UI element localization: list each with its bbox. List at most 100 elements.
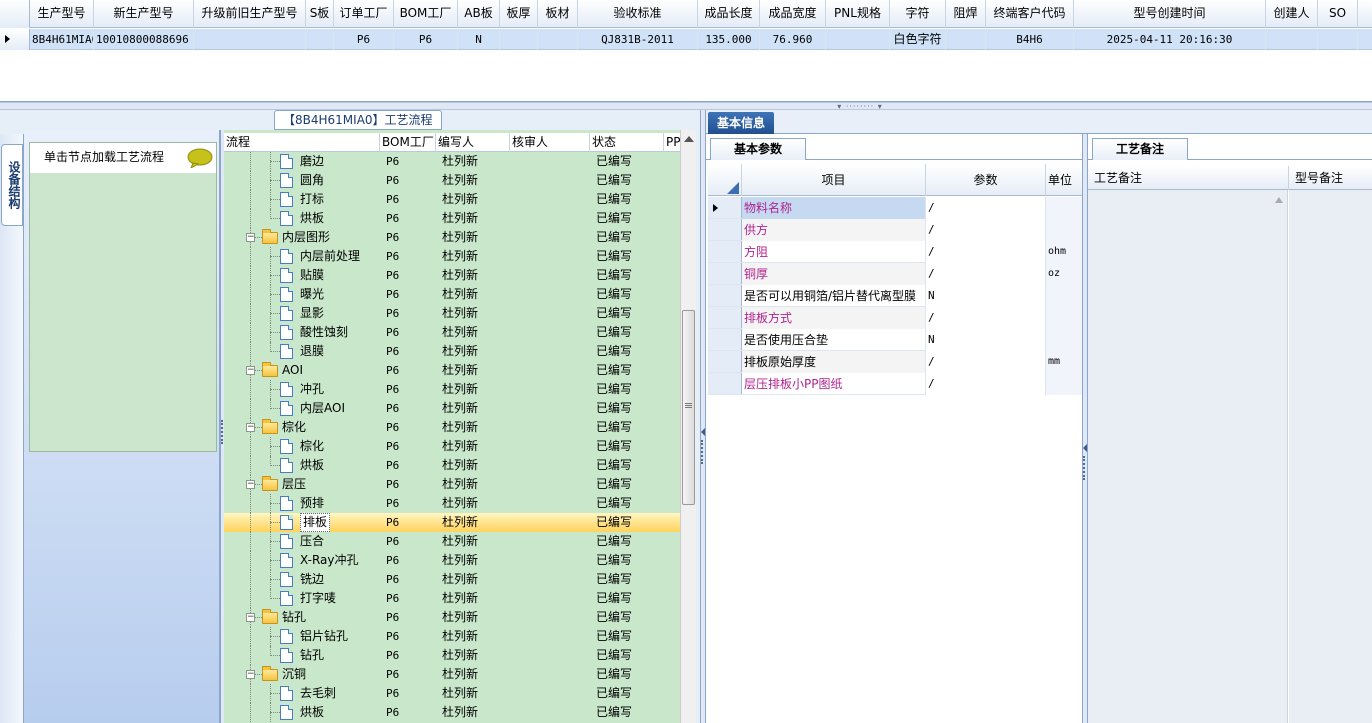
- tree-cell-status[interactable]: 已编写: [590, 247, 664, 266]
- tree-row[interactable]: 去毛刺 P6 杜列新 已编写: [224, 684, 680, 703]
- tree-cell-reviewer[interactable]: [510, 494, 590, 513]
- grid-cell[interactable]: 135.000: [698, 29, 760, 50]
- tree-cell-reviewer[interactable]: [510, 304, 590, 323]
- col-header[interactable]: 生产型号: [30, 0, 94, 28]
- grid-cell[interactable]: QJ831B-2011: [578, 29, 698, 50]
- tree-cell-status[interactable]: 已编写: [590, 266, 664, 285]
- basic-params-grid[interactable]: 项目 参数 单位 物料名称 / 供方 / 方阻 / ohm 铜厚 / oz 是否可以用铜箔/铝片替代…: [708, 164, 1108, 395]
- tree-node[interactable]: 内层AOI: [224, 399, 380, 418]
- tree-cell-writer[interactable]: 杜列新: [436, 513, 510, 532]
- param-row[interactable]: 是否可以用铜箔/铝片替代离型膜 N: [708, 285, 1082, 307]
- tree-row[interactable]: 磨边 P6 杜列新 已编写: [224, 152, 680, 171]
- tree-node[interactable]: 磨边: [224, 152, 380, 171]
- tree-cell-reviewer[interactable]: [510, 323, 590, 342]
- row-indicator[interactable]: [708, 263, 742, 284]
- row-indicator[interactable]: [0, 29, 30, 50]
- tree-cell-status[interactable]: 已编写: [590, 475, 664, 494]
- tree-cell-reviewer[interactable]: [510, 475, 590, 494]
- tree-cell-writer[interactable]: 杜列新: [436, 190, 510, 209]
- tree-cell-bom[interactable]: P6: [380, 380, 436, 399]
- tree-row[interactable]: 钻孔 P6 杜列新 已编写: [224, 646, 680, 665]
- tree-cell-bom[interactable]: P6: [380, 437, 436, 456]
- tree-row[interactable]: 内层前处理 P6 杜列新 已编写: [224, 247, 680, 266]
- tree-col-header[interactable]: PP: [664, 133, 680, 152]
- tree-scrollbar[interactable]: [680, 130, 696, 723]
- tree-cell-reviewer[interactable]: [510, 247, 590, 266]
- tree-cell-bom[interactable]: P6: [380, 342, 436, 361]
- param-row[interactable]: 是否使用压合垫 N: [708, 329, 1082, 351]
- param-value[interactable]: /: [926, 219, 1046, 241]
- col-item[interactable]: 项目: [742, 164, 926, 196]
- tree-folder-row[interactable]: − 内层图形 P6 杜列新 已编写: [224, 228, 680, 247]
- row-indicator[interactable]: [708, 241, 742, 262]
- tree-cell-status[interactable]: 已编写: [590, 399, 664, 418]
- tree-cell-writer[interactable]: 杜列新: [436, 418, 510, 437]
- tree-cell-bom[interactable]: P6: [380, 627, 436, 646]
- tree-cell-bom[interactable]: P6: [380, 171, 436, 190]
- tree-cell-bom[interactable]: P6: [380, 608, 436, 627]
- tree-cell-status[interactable]: 已编写: [590, 152, 664, 171]
- collapse-toggle-icon[interactable]: −: [246, 613, 255, 622]
- tree-cell-writer[interactable]: 杜列新: [436, 589, 510, 608]
- grid-cell[interactable]: [306, 29, 334, 50]
- grid-cell[interactable]: [538, 29, 578, 50]
- tree-cell-bom[interactable]: P6: [380, 494, 436, 513]
- tree-row[interactable]: 铣边 P6 杜列新 已编写: [224, 570, 680, 589]
- tab-basic-params[interactable]: 基本参数: [710, 138, 806, 160]
- tree-node[interactable]: 压合: [224, 532, 380, 551]
- collapse-toggle-icon[interactable]: −: [246, 366, 255, 375]
- tree-cell-writer[interactable]: 杜列新: [436, 285, 510, 304]
- tree-cell-bom[interactable]: P6: [380, 589, 436, 608]
- tree-cell-status[interactable]: 已编写: [590, 228, 664, 247]
- grid-cell[interactable]: P6: [334, 29, 394, 50]
- scroll-thumb[interactable]: [682, 310, 695, 505]
- tree-cell-reviewer[interactable]: [510, 171, 590, 190]
- splitter-grip-icon[interactable]: ▾ ········ ▾: [820, 103, 900, 111]
- param-value[interactable]: /: [926, 307, 1046, 329]
- tab-basic-info[interactable]: 基本信息: [708, 112, 774, 134]
- col-header[interactable]: 阻焊: [946, 0, 986, 28]
- row-indicator[interactable]: [708, 307, 742, 328]
- param-value[interactable]: /: [926, 197, 1046, 219]
- row-indicator[interactable]: [708, 197, 742, 218]
- tree-cell-reviewer[interactable]: [510, 380, 590, 399]
- tree-row[interactable]: X-Ray冲孔 P6 杜列新 已编写: [224, 551, 680, 570]
- tree-cell-status[interactable]: 已编写: [590, 513, 664, 532]
- col-header[interactable]: BOM工厂: [394, 0, 458, 28]
- tree-folder-row[interactable]: − 层压 P6 杜列新 已编写: [224, 475, 680, 494]
- grid-cell[interactable]: 10010800088696: [94, 29, 194, 50]
- basic-params-rows[interactable]: 物料名称 / 供方 / 方阻 / ohm 铜厚 / oz 是否可以用铜箔/铝片替代离型膜 N 排板方式 /…: [708, 197, 1082, 395]
- tree-row[interactable]: 退膜 P6 杜列新 已编写: [224, 342, 680, 361]
- tree-cell-reviewer[interactable]: [510, 285, 590, 304]
- tree-cell-writer[interactable]: 杜列新: [436, 684, 510, 703]
- tab-process-notes[interactable]: 工艺备注: [1092, 138, 1188, 160]
- process-tree-grid[interactable]: 流程 BOM工厂 编写人 核审人 状态 PP 磨边 P6 杜列新 已编写 圆角 P6 杜列新 已编写 打标…: [224, 130, 680, 723]
- tree-cell-reviewer[interactable]: [510, 551, 590, 570]
- tree-node[interactable]: 烘板: [224, 703, 380, 722]
- param-value[interactable]: /: [926, 373, 1046, 395]
- tree-cell-bom[interactable]: P6: [380, 475, 436, 494]
- tree-cell-reviewer[interactable]: [510, 399, 590, 418]
- collapse-left-arrow-icon[interactable]: [1083, 444, 1087, 452]
- tree-cell-writer[interactable]: 杜列新: [436, 456, 510, 475]
- tree-row[interactable]: 棕化 P6 杜列新 已编写: [224, 437, 680, 456]
- col-header[interactable]: 板厚: [500, 0, 538, 28]
- tree-cell-reviewer[interactable]: [510, 608, 590, 627]
- col-header[interactable]: 字符: [890, 0, 946, 28]
- col-header[interactable]: 升级前旧生产型号: [194, 0, 306, 28]
- tree-node[interactable]: − 层压: [224, 475, 380, 494]
- tree-node[interactable]: 内层前处理: [224, 247, 380, 266]
- tree-cell-status[interactable]: 已编写: [590, 380, 664, 399]
- process-note-field[interactable]: [1088, 190, 1288, 723]
- tree-row[interactable]: 酸性蚀刻 P6 杜列新 已编写: [224, 323, 680, 342]
- row-indicator[interactable]: [708, 329, 742, 350]
- tree-cell-status[interactable]: 已编写: [590, 285, 664, 304]
- tree-cell-writer[interactable]: 杜列新: [436, 209, 510, 228]
- tree-cell-bom[interactable]: P6: [380, 665, 436, 684]
- param-item[interactable]: 方阻: [742, 241, 926, 263]
- grid-cell[interactable]: N: [458, 29, 500, 50]
- col-header[interactable]: S板: [306, 0, 334, 28]
- tree-cell-status[interactable]: 已编写: [590, 684, 664, 703]
- col-param[interactable]: 参数: [926, 164, 1046, 196]
- tree-cell-status[interactable]: 已编写: [590, 456, 664, 475]
